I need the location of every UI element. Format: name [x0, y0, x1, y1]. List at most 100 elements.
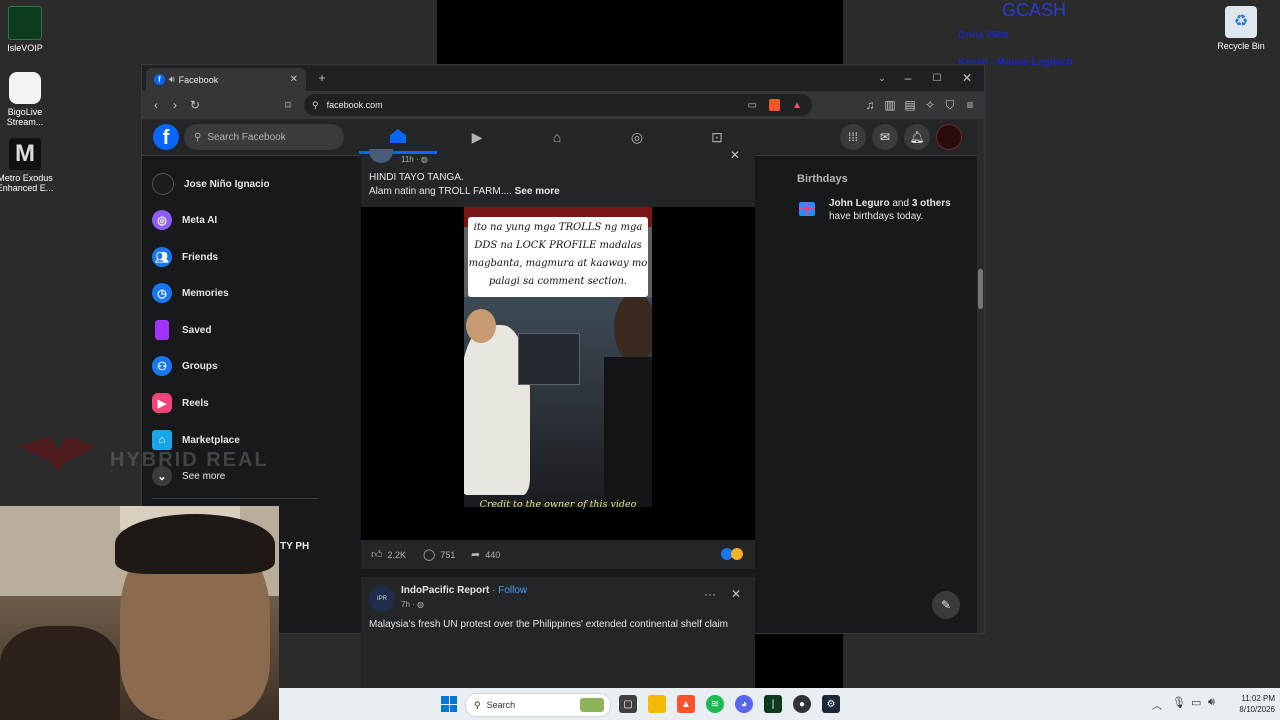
brave-browser-icon[interactable]: ▲ — [677, 695, 695, 713]
sidebar-item-label: Reels — [182, 397, 209, 409]
islevoip-taskbar-icon[interactable]: | — [764, 695, 782, 713]
scrollbar-thumb[interactable] — [978, 269, 983, 309]
task-view-icon[interactable]: ▢ — [619, 695, 637, 713]
sidebar-item-memories[interactable]: ◷ Memories — [152, 278, 352, 308]
see-more-link[interactable]: See more — [515, 186, 560, 197]
clock[interactable]: 11:02 PM 8/10/2026 — [1223, 693, 1275, 715]
tray-overflow-icon[interactable]: ︿ — [1152, 697, 1162, 712]
bigolive-icon — [9, 72, 41, 104]
vpn-icon[interactable]: ⛉ — [942, 96, 958, 114]
sidebar-item-friends[interactable]: 👥︎ Friends — [152, 242, 352, 272]
more-options-icon[interactable]: ··· — [703, 587, 717, 601]
share-button[interactable]: ➦ 440 — [471, 548, 500, 561]
back-icon[interactable]: ‹ — [148, 96, 164, 114]
sidebar-item-reels[interactable]: ▶ Reels — [152, 388, 352, 418]
desktop-icon-bigolive[interactable]: BigoLive Stream... — [0, 72, 60, 127]
post-text-line-2: Alam natin ang TROLL FARM.... See more — [369, 186, 560, 197]
reaction-summary[interactable] — [721, 548, 743, 560]
scrollbar[interactable] — [977, 119, 984, 633]
menu-grid-icon[interactable]: ⁞⁞⁞ — [840, 124, 866, 150]
follow-link[interactable]: Follow — [498, 585, 527, 596]
taskbar-search-input[interactable]: ⚲ Search — [465, 693, 611, 717]
windows-start-icon[interactable] — [441, 696, 457, 712]
menu-icon[interactable]: ≡ — [962, 96, 978, 114]
nav-gaming-icon[interactable]: ⊡ — [702, 127, 732, 147]
reload-icon[interactable]: ↻ — [187, 96, 203, 114]
browser-toolbar: ‹ › ↻ ⌑ ⚲ facebook.com ▭ ▲ ♫ ▥ ▤ ✧ ⛉ ≡ — [142, 91, 984, 119]
desktop-icon-metro-exodus[interactable]: M Metro Exodus Enhanced E... — [0, 138, 60, 193]
reels-icon: ▶ — [152, 393, 172, 413]
brave-shields-icon[interactable] — [769, 99, 781, 111]
ai-assistant-icon[interactable]: ✧ — [922, 96, 938, 114]
sidebar-toggle-icon[interactable]: ▥ — [882, 96, 898, 114]
notifications-icon[interactable]: 🔔︎ — [904, 124, 930, 150]
wallet-icon[interactable]: ▤ — [902, 96, 918, 114]
title-bar: f 🔊︎ Facebook ✕ + ⌄ – ☐ ✕ — [142, 65, 984, 91]
messenger-icon[interactable]: ✉ — [872, 124, 898, 150]
desktop-icon-label: IsleVOIP — [7, 43, 43, 53]
share-count: 440 — [485, 549, 501, 560]
like-button[interactable]: 👍︎ 2.2K — [371, 548, 406, 561]
discord-icon[interactable]: ◕ — [735, 695, 753, 713]
maximize-icon[interactable]: ☐ — [929, 69, 945, 87]
friends-icon: 👥︎ — [152, 247, 172, 267]
sidebar-profile[interactable]: Jose Niño Ignacio — [152, 169, 352, 199]
file-explorer-icon[interactable] — [648, 695, 666, 713]
post-author-avatar[interactable] — [369, 149, 393, 163]
tab-facebook[interactable]: f 🔊︎ Facebook ✕ — [146, 68, 306, 91]
hide-post-icon[interactable]: ✕ — [729, 587, 743, 601]
cast-icon[interactable]: ▭ — [748, 100, 757, 111]
desktop-icon-recycle-bin[interactable]: ♻ Recycle Bin — [1206, 6, 1276, 51]
post-video[interactable]: ito na yung mga TROLLS ng mga DDS na LOC… — [361, 207, 755, 540]
post-actions: 👍︎ 2.2K ◯ 751 ➦ 440 — [361, 540, 755, 570]
comment-button[interactable]: ◯ 751 — [423, 548, 455, 561]
nav-marketplace-icon[interactable]: ⌂ — [542, 127, 572, 147]
sidebar-item-saved[interactable]: Saved — [152, 315, 352, 345]
close-window-icon[interactable]: ✕ — [959, 69, 975, 87]
account-avatar[interactable] — [936, 124, 962, 150]
new-tab-icon[interactable]: + — [314, 69, 330, 87]
like-icon: 👍︎ — [371, 549, 383, 561]
nav-video-icon[interactable]: ▶ — [462, 127, 492, 147]
post-text: Malaysia's fresh UN protest over the Phi… — [369, 619, 728, 630]
steam-icon[interactable]: ⚙ — [822, 695, 840, 713]
birthday-name: John Leguro — [829, 198, 890, 209]
clock-date: 8/10/2026 — [1239, 705, 1275, 714]
url-text[interactable]: facebook.com — [327, 100, 748, 110]
feed-post: 11h · ◍ ✕ HINDI TAYO TANGA. Alam natin a… — [361, 148, 755, 570]
sidebar-item-label: Marketplace — [182, 434, 240, 446]
sidebar-item-label: Meta AI — [182, 214, 218, 226]
tab-search-chevron-icon[interactable]: ⌄ — [874, 69, 890, 87]
sidebar-item-meta-ai[interactable]: ◎ Meta AI — [152, 205, 352, 235]
facebook-logo-icon[interactable]: f — [153, 124, 179, 150]
facebook-favicon-icon: f — [154, 74, 165, 85]
close-tab-icon[interactable]: ✕ — [290, 74, 298, 85]
desktop-icon-label: Recycle Bin — [1217, 41, 1265, 51]
feed-post: IPR IndoPacific Report · Follow 7h · ◍ ·… — [361, 577, 755, 697]
new-message-icon[interactable]: ✎ — [932, 591, 960, 619]
post-author-avatar[interactable]: IPR — [369, 586, 395, 612]
nav-groups-icon[interactable]: ◎ — [622, 127, 652, 147]
volume-icon[interactable]: 🔊︎ — [1208, 696, 1215, 709]
obs-icon[interactable]: ● — [793, 695, 811, 713]
spotify-icon[interactable]: ≋ — [706, 695, 724, 713]
page-name-link[interactable]: IndoPacific Report — [401, 585, 489, 596]
search-placeholder: Search Facebook — [207, 131, 286, 143]
bookmark-icon[interactable]: ⌑ — [280, 96, 296, 114]
hybrid-logo — [18, 436, 108, 480]
media-icon[interactable]: ♫ — [862, 96, 878, 114]
forward-icon[interactable]: › — [167, 96, 183, 114]
webcam-hair — [115, 514, 275, 574]
shortcut-fragment[interactable]: TY PH — [280, 541, 309, 552]
address-bar[interactable]: ⚲ facebook.com ▭ ▲ — [304, 94, 812, 116]
birthday-notice[interactable]: John Leguro and 3 others have birthdays … — [829, 197, 951, 223]
microphone-icon[interactable]: 🎙︎ — [1172, 696, 1186, 709]
facebook-search-input[interactable]: ⚲ Search Facebook — [184, 124, 344, 150]
desktop-icon-islevoip[interactable]: IsleVOIP — [0, 6, 60, 53]
hide-post-icon[interactable]: ✕ — [729, 148, 741, 162]
site-settings-icon[interactable]: ⚲ — [312, 100, 319, 111]
minimize-icon[interactable]: – — [900, 69, 916, 87]
sidebar-item-groups[interactable]: ⚇ Groups — [152, 351, 352, 381]
brave-rewards-icon[interactable]: ▲ — [792, 100, 802, 111]
network-icon[interactable]: ▭ — [1191, 696, 1201, 709]
